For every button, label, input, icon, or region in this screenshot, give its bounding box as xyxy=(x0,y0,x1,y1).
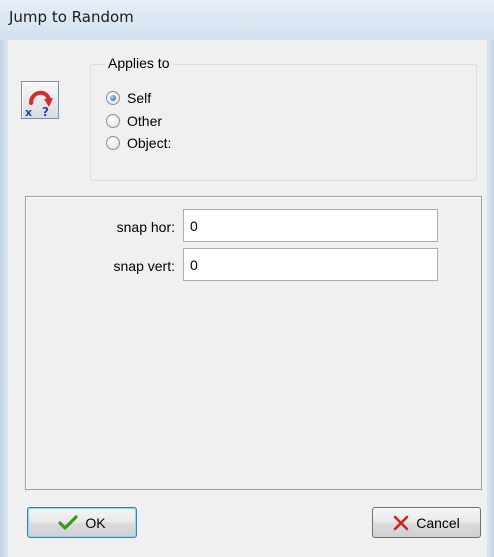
radio-other-label: Other xyxy=(127,113,163,129)
checkmark-icon xyxy=(58,514,78,531)
red-x-icon xyxy=(393,515,409,531)
cancel-label: Cancel xyxy=(416,514,460,531)
title-bar[interactable]: Jump to Random xyxy=(0,0,494,40)
snap-vert-input[interactable] xyxy=(183,248,438,281)
window-title: Jump to Random xyxy=(9,8,134,26)
applies-to-group: Applies to Self Other Object: xyxy=(90,55,477,181)
radio-other[interactable]: Other xyxy=(106,111,162,131)
cancel-button[interactable]: Cancel xyxy=(372,507,481,538)
ok-label: OK xyxy=(85,514,106,531)
window-frame-right xyxy=(487,40,494,557)
radio-object-button[interactable] xyxy=(106,136,120,150)
radio-other-button[interactable] xyxy=(106,114,120,128)
svg-text:x: x xyxy=(25,106,32,118)
applies-to-legend: Applies to xyxy=(105,55,173,71)
svg-text:?: ? xyxy=(42,105,49,118)
radio-object[interactable]: Object: xyxy=(106,133,171,153)
snap-hor-input[interactable] xyxy=(183,209,438,242)
ok-button[interactable]: OK xyxy=(27,507,137,538)
snap-vert-label: snap vert: xyxy=(113,258,175,274)
jump-to-random-icon: x ? xyxy=(21,81,59,119)
radio-self-label: Self xyxy=(127,90,152,106)
radio-self-button[interactable] xyxy=(106,91,120,105)
radio-object-label: Object: xyxy=(127,135,172,151)
radio-self[interactable]: Self xyxy=(106,88,151,108)
snap-hor-label: snap hor: xyxy=(116,219,175,235)
window-frame-left xyxy=(0,40,8,557)
